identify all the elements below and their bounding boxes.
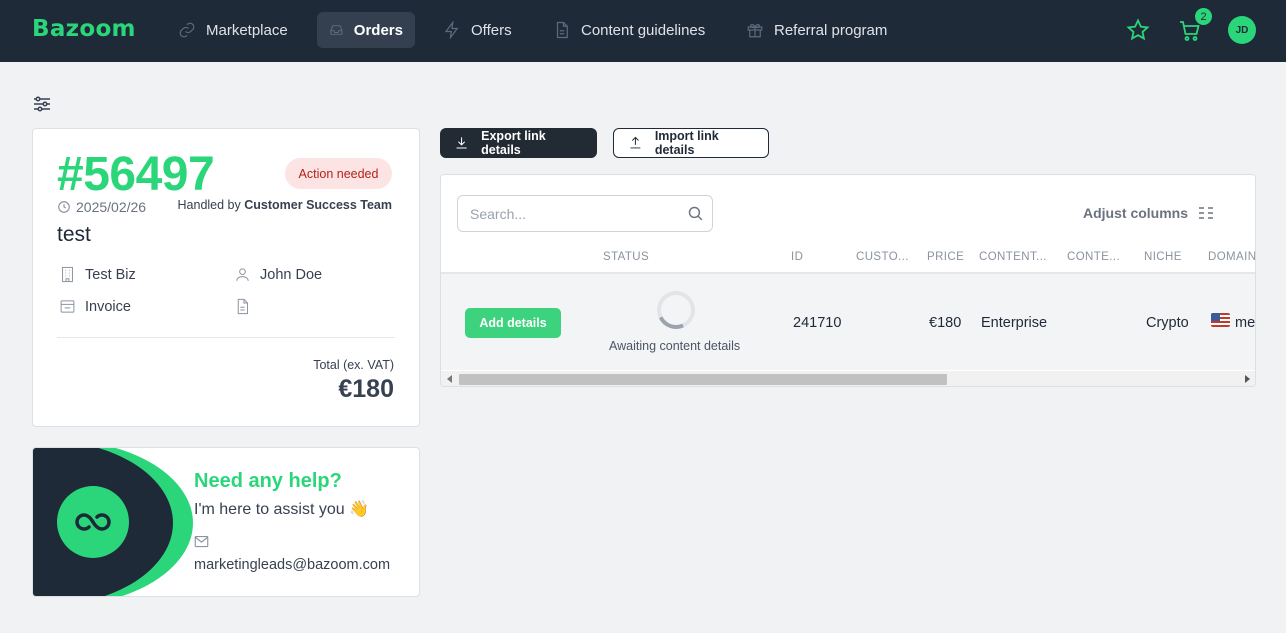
search-input[interactable] bbox=[457, 195, 713, 232]
search-icon bbox=[687, 205, 704, 227]
column-header-status[interactable]: STATUS bbox=[603, 251, 649, 263]
billing-info: Invoice bbox=[59, 298, 131, 315]
table-row[interactable] bbox=[441, 274, 1255, 370]
scrollbar-thumb[interactable] bbox=[459, 374, 947, 385]
company-info: Test Biz bbox=[59, 266, 136, 283]
cart-count-badge: 2 bbox=[1195, 8, 1212, 25]
infinity-logo-icon bbox=[75, 513, 111, 531]
contact-name: John Doe bbox=[260, 266, 323, 283]
row-price: €180 bbox=[929, 315, 962, 331]
scroll-left-icon[interactable] bbox=[447, 375, 452, 383]
add-details-button[interactable]: Add details bbox=[465, 308, 561, 338]
column-header-price[interactable]: PRICE bbox=[927, 251, 964, 263]
star-icon bbox=[1126, 18, 1150, 41]
document-icon bbox=[237, 298, 248, 315]
nav-item-referral-program[interactable]: Referral program bbox=[734, 12, 899, 48]
nav-item-content-guidelines[interactable]: Content guidelines bbox=[541, 12, 717, 48]
import-link-details-button[interactable]: Import link details bbox=[613, 128, 769, 158]
gift-icon bbox=[747, 24, 763, 38]
nav-item-label: Referral program bbox=[774, 21, 888, 39]
company-name: Test Biz bbox=[85, 266, 136, 283]
handled-by: Handled by Customer Success Team bbox=[178, 198, 392, 212]
clock-icon bbox=[58, 201, 70, 213]
upload-icon bbox=[630, 136, 641, 149]
us-flag-icon bbox=[1211, 313, 1230, 327]
building-icon bbox=[62, 266, 73, 283]
order-date-text: 2025/02/26 bbox=[76, 199, 147, 215]
nav-item-offers[interactable]: Offers bbox=[431, 12, 524, 48]
link-icon bbox=[179, 22, 195, 38]
nav-item-marketplace[interactable]: Marketplace bbox=[166, 12, 300, 48]
inbox-icon bbox=[330, 25, 343, 35]
row-domain[interactable]: me bbox=[1235, 315, 1255, 331]
status-badge: Action needed bbox=[285, 158, 392, 189]
avatar[interactable]: JD bbox=[1228, 16, 1256, 44]
order-summary-card: #56497 Action needed 2025/02/26 Handled … bbox=[32, 128, 420, 427]
links-table-card: Adjust columns STATUS ID CUSTO... PRICE … bbox=[440, 174, 1256, 387]
handled-by-team: Customer Success Team bbox=[244, 198, 392, 212]
column-header-niche[interactable]: NICHE bbox=[1144, 251, 1182, 263]
adjust-columns-label: Adjust columns bbox=[1083, 205, 1189, 221]
help-card: Need any help? I'm here to assist you 👋 … bbox=[32, 447, 420, 597]
nav-item-label: Orders bbox=[353, 21, 403, 39]
bazoom-emblem bbox=[57, 486, 129, 558]
order-number: #56497 bbox=[57, 148, 215, 201]
filter-toggle-button[interactable] bbox=[33, 96, 51, 117]
help-email-link[interactable]: marketingleads@bazoom.com bbox=[194, 557, 390, 573]
column-header-content[interactable]: CONTE... bbox=[1067, 251, 1120, 263]
column-header-id[interactable]: ID bbox=[791, 251, 803, 263]
download-icon bbox=[456, 137, 467, 149]
nav-item-orders[interactable]: Orders bbox=[317, 12, 415, 48]
row-content-type: Enterprise bbox=[981, 315, 1048, 331]
export-link-details-button[interactable]: Export link details bbox=[440, 128, 597, 158]
total-amount: €180 bbox=[338, 375, 394, 403]
nav-item-label: Marketplace bbox=[206, 21, 288, 39]
export-label: Export link details bbox=[481, 129, 546, 157]
mail-icon bbox=[194, 535, 209, 553]
nav-item-label: Offers bbox=[471, 21, 512, 39]
handled-by-prefix: Handled by bbox=[177, 198, 241, 212]
row-status-text: Awaiting content details bbox=[609, 339, 741, 353]
column-header-content-type[interactable]: CONTENT... bbox=[979, 251, 1047, 263]
help-title: Need any help? bbox=[194, 470, 342, 492]
order-title: test bbox=[57, 223, 91, 246]
contact-info: John Doe bbox=[234, 266, 322, 283]
top-nav: Bazoom Marketplace Orders Offers Content… bbox=[0, 0, 1286, 62]
columns-icon bbox=[1199, 207, 1214, 219]
document-icon bbox=[556, 21, 568, 39]
invoice-document-button[interactable] bbox=[234, 298, 251, 315]
divider bbox=[57, 337, 395, 338]
column-header-domain[interactable]: DOMAIN bbox=[1208, 251, 1255, 263]
column-header-customer[interactable]: CUSTO... bbox=[856, 251, 909, 263]
row-niche: Crypto bbox=[1146, 315, 1189, 331]
total-label: Total (ex. VAT) bbox=[313, 358, 394, 372]
help-subtitle: I'm here to assist you 👋 bbox=[194, 501, 370, 518]
billing-method: Invoice bbox=[85, 298, 131, 315]
scroll-right-icon[interactable] bbox=[1245, 375, 1250, 383]
lightning-icon bbox=[444, 21, 459, 39]
adjust-columns-button[interactable]: Adjust columns bbox=[1083, 205, 1214, 221]
sliders-icon bbox=[34, 96, 50, 112]
nav-item-label: Content guidelines bbox=[581, 21, 706, 39]
row-id: 241710 bbox=[793, 315, 842, 331]
order-date: 2025/02/26 bbox=[57, 199, 146, 215]
inbox-icon bbox=[60, 300, 75, 313]
import-label: Import link details bbox=[654, 129, 719, 157]
user-icon bbox=[236, 268, 249, 281]
bazoom-logo[interactable]: Bazoom bbox=[32, 16, 136, 42]
favorites-button[interactable] bbox=[1126, 18, 1150, 47]
